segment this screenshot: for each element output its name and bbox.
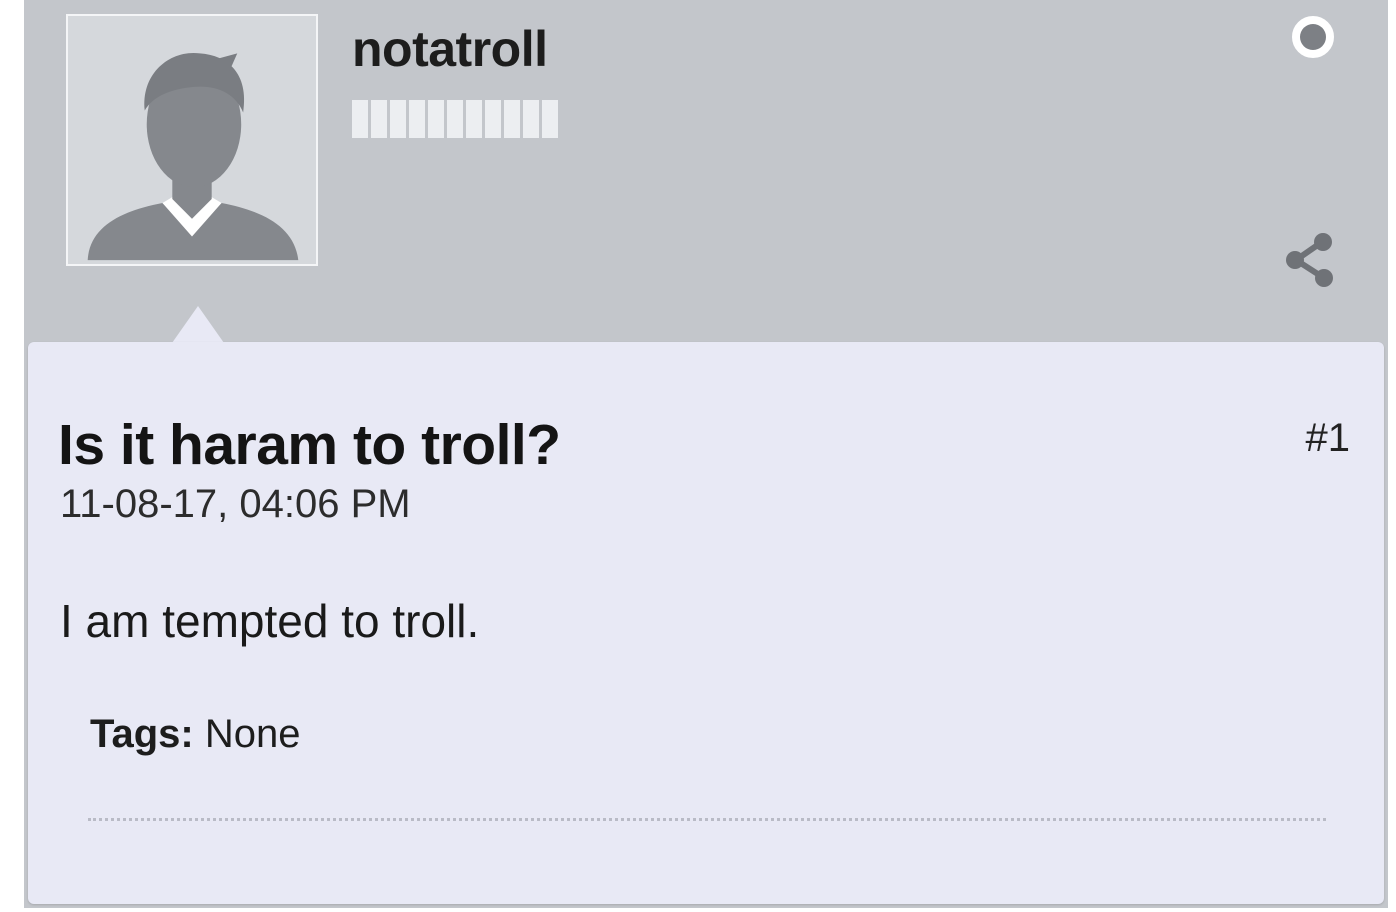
- reputation-segment: [542, 100, 558, 138]
- post-date: 11-08-17, 04:06 PM: [60, 482, 411, 526]
- reputation-segment: [466, 100, 482, 138]
- speech-pointer: [172, 306, 224, 343]
- reputation-segment: [352, 100, 368, 138]
- share-icon: [1286, 233, 1333, 287]
- status-dot-icon: [1300, 24, 1326, 50]
- reputation-segment: [428, 100, 444, 138]
- tags-line: Tags: None: [90, 712, 300, 757]
- reputation-segment: [371, 100, 387, 138]
- reputation-segment: [390, 100, 406, 138]
- user-avatar[interactable]: [66, 14, 318, 266]
- reputation-bar: [352, 100, 558, 138]
- reputation-segment: [485, 100, 501, 138]
- post-body: Is it haram to troll? #1 11-08-17, 04:06…: [28, 342, 1384, 904]
- reputation-segment: [409, 100, 425, 138]
- reputation-segment: [523, 100, 539, 138]
- post-content: I am tempted to troll.: [60, 595, 480, 647]
- tags-value: None: [204, 712, 301, 756]
- forum-post: notatroll Is it haram to troll? #1 11-08…: [24, 0, 1388, 908]
- username-link[interactable]: notatroll: [352, 20, 548, 78]
- reputation-segment: [504, 100, 520, 138]
- default-user-silhouette-icon: [68, 16, 316, 264]
- online-status-indicator: [1292, 16, 1334, 58]
- reputation-segment: [447, 100, 463, 138]
- tags-label: Tags:: [90, 712, 205, 756]
- post-title: Is it haram to troll?: [58, 413, 561, 477]
- post-number-link[interactable]: #1: [1306, 416, 1351, 461]
- share-button[interactable]: [1282, 230, 1338, 290]
- post-divider: [88, 818, 1326, 821]
